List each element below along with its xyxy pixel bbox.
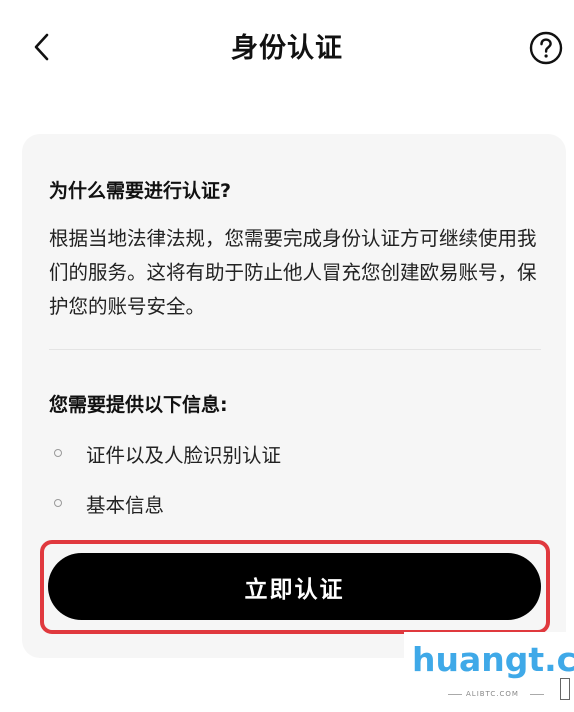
requirement-label: 基本信息 [86, 493, 165, 517]
divider [49, 349, 541, 350]
watermark: huangt.cn ALIBTC.COM [404, 632, 574, 712]
requirement-item: 基本信息 [49, 488, 164, 518]
identity-verification-screen: 身份认证 为什么需要进行认证? 根据当地法律法规，您需要完成身份认证方可继续使用… [0, 0, 574, 712]
why-verify-heading: 为什么需要进行认证? [49, 180, 232, 202]
requirement-item: 证件以及人脸识别认证 [49, 438, 281, 468]
watermark-dash [448, 694, 462, 695]
header: 身份认证 [0, 0, 574, 96]
watermark-logo: huangt.cn [412, 640, 574, 679]
requirement-label: 证件以及人脸识别认证 [86, 443, 282, 467]
required-info-heading: 您需要提供以下信息: [49, 394, 228, 416]
watermark-subtext: ALIBTC.COM [466, 690, 519, 698]
verify-now-button[interactable]: 立即认证 [48, 553, 541, 620]
page-title: 身份认证 [231, 33, 343, 64]
question-circle-icon [529, 31, 563, 65]
watermark-badge-icon [560, 678, 570, 700]
bullet-icon [54, 449, 62, 457]
why-verify-description: 根据当地法律法规，您需要完成身份认证方可继续使用我们的服务。这将有助于防止他人冒… [49, 227, 537, 318]
bullet-icon [54, 499, 62, 507]
watermark-dash [530, 694, 544, 695]
help-button[interactable] [528, 30, 564, 66]
